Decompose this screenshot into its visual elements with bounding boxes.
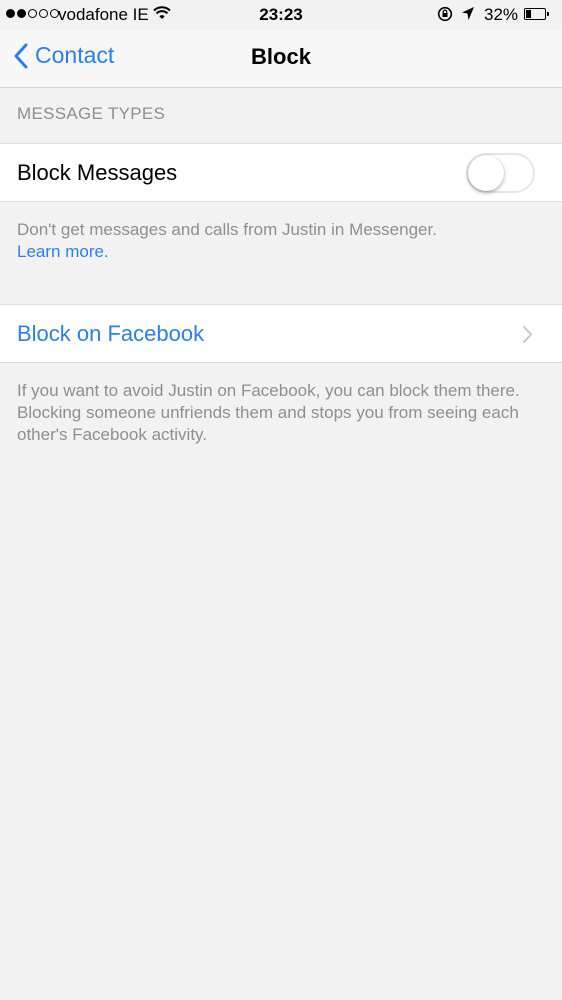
page-title: Block: [251, 44, 311, 69]
status-time: 23:23: [259, 5, 303, 24]
toggle-knob: [468, 155, 504, 191]
status-bar: vodafone IE 23:23 32%: [0, 0, 562, 30]
battery-percent: 32%: [484, 5, 519, 24]
section-header-message-types: MESSAGE TYPES: [17, 104, 166, 123]
chevron-right-icon: [523, 326, 532, 343]
block-messages-toggle[interactable]: [466, 153, 535, 193]
rotation-lock-icon: [437, 6, 453, 27]
navigation-bar: Contact Block: [0, 30, 562, 88]
battery-fill: [526, 10, 531, 18]
block-messages-cell: Block Messages: [0, 143, 562, 202]
block-messages-footer: Don't get messages and calls from Justin…: [17, 219, 547, 263]
learn-more-link[interactable]: Learn more.: [17, 242, 109, 261]
block-on-facebook-cell[interactable]: Block on Facebook: [0, 304, 562, 363]
battery-icon: [524, 8, 549, 20]
location-arrow-icon: [461, 6, 475, 26]
block-screen: vodafone IE 23:23 32% Contact Block MESS…: [0, 0, 562, 1000]
block-on-facebook-footer: If you want to avoid Justin on Facebook,…: [17, 381, 520, 444]
block-messages-label: Block Messages: [17, 160, 178, 185]
block-on-facebook-label: Block on Facebook: [17, 321, 205, 346]
block-messages-description: Don't get messages and calls from Justin…: [17, 220, 437, 239]
